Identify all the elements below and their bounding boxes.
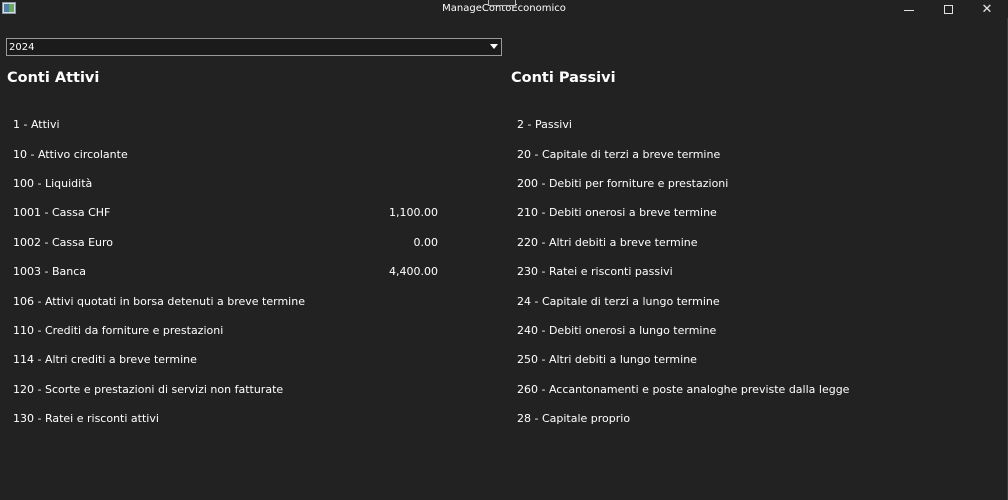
account-row[interactable]: 250 - Altri debiti a lungo termine bbox=[517, 345, 957, 374]
account-row[interactable]: 24 - Capitale di terzi a lungo termine bbox=[517, 286, 957, 315]
account-row[interactable]: 110 - Crediti da forniture e prestazioni bbox=[13, 316, 453, 345]
account-row[interactable]: 120 - Scorte e prestazioni di servizi no… bbox=[13, 375, 453, 404]
account-row[interactable]: 1003 - Banca 4,400.00 bbox=[13, 257, 453, 286]
title-bar[interactable]: ManageContoEconomico ✕ bbox=[0, 0, 1008, 18]
account-name: 28 - Capitale proprio bbox=[517, 412, 631, 426]
account-name: 210 - Debiti onerosi a breve termine bbox=[517, 206, 717, 220]
app-window: ManageContoEconomico ✕ 2024 Conti Attivi… bbox=[0, 0, 1008, 500]
account-row[interactable]: 2 - Passivi bbox=[517, 110, 957, 139]
account-amount: 4,400.00 bbox=[389, 265, 438, 279]
account-row[interactable]: 260 - Accantonamenti e poste analoghe pr… bbox=[517, 375, 957, 404]
account-name: 260 - Accantonamenti e poste analoghe pr… bbox=[517, 382, 850, 396]
account-row[interactable]: 130 - Ratei e risconti attivi bbox=[13, 404, 453, 433]
account-name: 1001 - Cassa CHF bbox=[13, 206, 111, 220]
account-name: 114 - Altri crediti a breve termine bbox=[13, 353, 197, 367]
account-name: 1002 - Cassa Euro bbox=[13, 235, 114, 249]
account-amount: 1,100.00 bbox=[389, 206, 438, 220]
year-combobox[interactable]: 2024 bbox=[6, 38, 502, 56]
chevron-down-icon[interactable] bbox=[490, 44, 498, 49]
conti-passivi-list: 2 - Passivi 20 - Capitale di terzi a brev… bbox=[517, 110, 957, 433]
account-name: 1 - Attivi bbox=[13, 118, 60, 132]
account-name: 110 - Crediti da forniture e prestazioni bbox=[13, 323, 224, 337]
conti-attivi-list: 1 - Attivi 10 - Attivo circolante 100 - Li… bbox=[13, 110, 453, 433]
account-row[interactable]: 240 - Debiti onerosi a lungo termine bbox=[517, 316, 957, 345]
account-row[interactable]: 20 - Capitale di terzi a breve termine bbox=[517, 139, 957, 168]
account-row[interactable]: 1002 - Cassa Euro 0.00 bbox=[13, 228, 453, 257]
close-button[interactable]: ✕ bbox=[968, 0, 1006, 18]
account-name: 1003 - Banca bbox=[13, 265, 87, 279]
account-name: 106 - Attivi quotati in borsa detenuti a… bbox=[13, 294, 305, 308]
account-row[interactable]: 106 - Attivi quotati in borsa detenuti a… bbox=[13, 286, 453, 315]
account-name: 240 - Debiti onerosi a lungo termine bbox=[517, 323, 717, 337]
account-row[interactable]: 230 - Ratei e risconti passivi bbox=[517, 257, 957, 286]
account-name: 130 - Ratei e risconti attivi bbox=[13, 412, 159, 426]
account-name: 120 - Scorte e prestazioni di servizi no… bbox=[13, 382, 284, 396]
account-name: 250 - Altri debiti a lungo termine bbox=[517, 353, 697, 367]
account-name: 100 - Liquidità bbox=[13, 176, 93, 190]
account-row[interactable]: 200 - Debiti per forniture e prestazioni bbox=[517, 169, 957, 198]
maximize-button[interactable] bbox=[929, 0, 967, 18]
account-name: 20 - Capitale di terzi a breve termine bbox=[517, 147, 721, 161]
minimize-button[interactable] bbox=[890, 0, 928, 18]
account-name: 230 - Ratei e risconti passivi bbox=[517, 265, 673, 279]
account-name: 220 - Altri debiti a breve termine bbox=[517, 235, 698, 249]
account-row[interactable]: 1001 - Cassa CHF 1,100.00 bbox=[13, 198, 453, 227]
account-name: 10 - Attivo circolante bbox=[13, 147, 128, 161]
account-row[interactable]: 114 - Altri crediti a breve termine bbox=[13, 345, 453, 374]
account-row[interactable]: 210 - Debiti onerosi a breve termine bbox=[517, 198, 957, 227]
account-row[interactable]: 10 - Attivo circolante bbox=[13, 139, 453, 168]
close-icon: ✕ bbox=[981, 1, 993, 17]
conti-passivi-heading: Conti Passivi bbox=[511, 70, 616, 86]
account-row[interactable]: 28 - Capitale proprio bbox=[517, 404, 957, 433]
account-amount: 0.00 bbox=[413, 235, 439, 249]
minimize-icon bbox=[904, 9, 914, 11]
account-row[interactable]: 1 - Attivi bbox=[13, 110, 453, 139]
maximize-icon bbox=[943, 4, 953, 14]
title-overlay-artifact bbox=[488, 0, 516, 6]
account-name: 24 - Capitale di terzi a lungo termine bbox=[517, 294, 720, 308]
year-combobox-value: 2024 bbox=[9, 41, 35, 53]
account-name: 200 - Debiti per forniture e prestazioni bbox=[517, 176, 729, 190]
account-row[interactable]: 100 - Liquidità bbox=[13, 169, 453, 198]
account-row[interactable]: 220 - Altri debiti a breve termine bbox=[517, 228, 957, 257]
conti-attivi-heading: Conti Attivi bbox=[7, 70, 100, 86]
account-name: 2 - Passivi bbox=[517, 118, 572, 132]
